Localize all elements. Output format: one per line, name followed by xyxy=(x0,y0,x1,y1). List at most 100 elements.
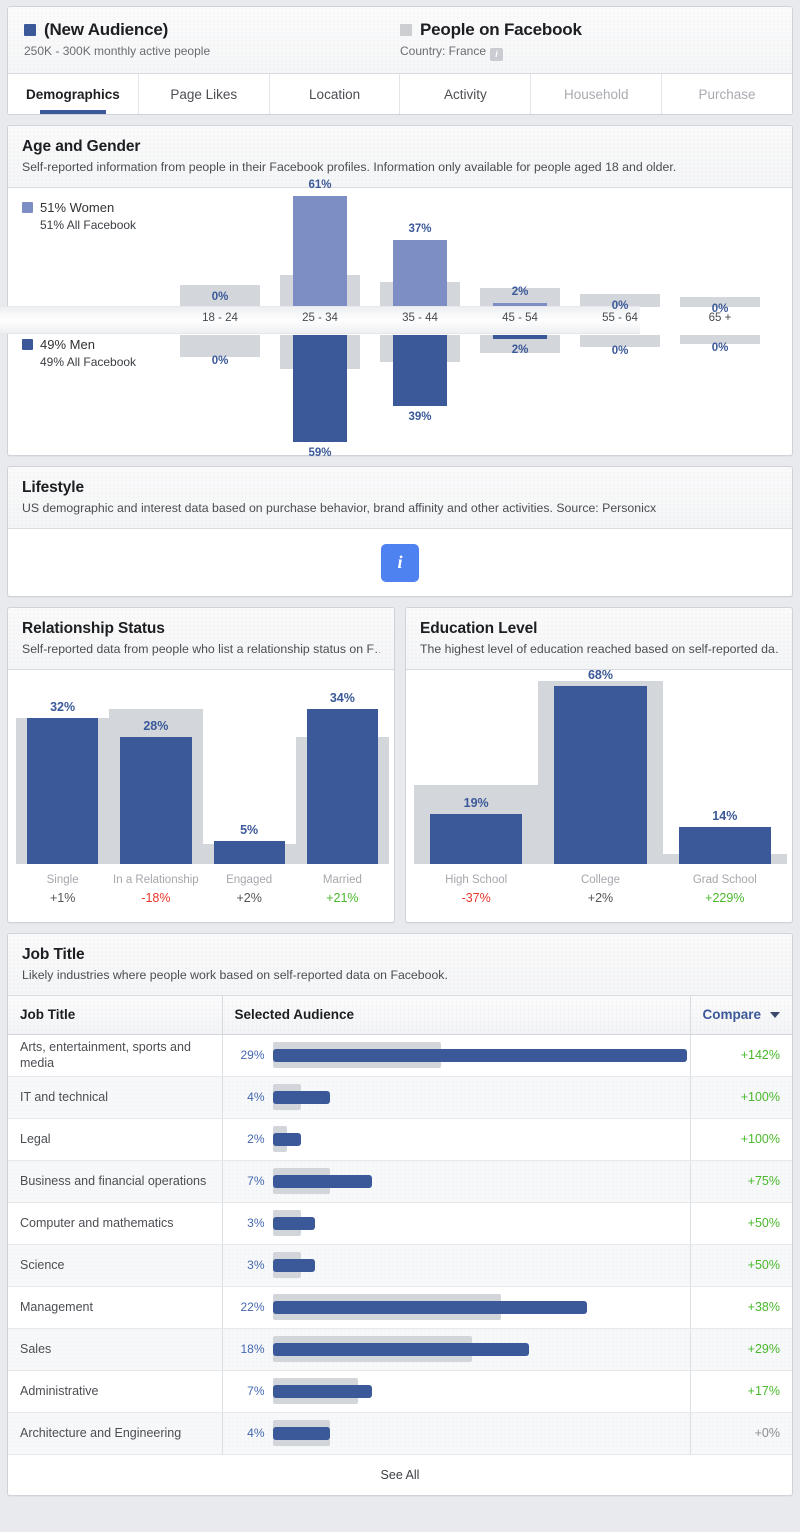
audience-bar[interactable] xyxy=(272,1301,587,1314)
audience-bar[interactable] xyxy=(272,1091,330,1104)
bar-value-label: 14% xyxy=(712,809,738,824)
bar-category-label: Engaged xyxy=(226,874,273,886)
tab-bar: Demographics Page Likes Location Activit… xyxy=(8,73,792,114)
table-row[interactable]: Science 3% +50% xyxy=(8,1244,792,1287)
tab-demographics[interactable]: Demographics xyxy=(8,74,139,114)
compare-cell: +142% xyxy=(690,1034,792,1077)
compare-cell: +50% xyxy=(690,1202,792,1245)
men-bar[interactable] xyxy=(493,335,547,339)
tab-page-likes[interactable]: Page Likes xyxy=(139,74,270,114)
bar-compare-delta: -18% xyxy=(141,891,171,905)
lifestyle-header: Lifestyle US demographic and interest da… xyxy=(8,467,792,529)
compare-cell: +50% xyxy=(690,1244,792,1287)
header-card: (New Audience) 250K - 300K monthly activ… xyxy=(7,6,793,115)
selected-audience-cell: 7% xyxy=(222,1370,691,1413)
audience-percent-label: 18% xyxy=(240,1342,265,1356)
audience-bar-group xyxy=(272,1166,686,1196)
women-color-swatch xyxy=(22,202,33,213)
info-icon[interactable]: i xyxy=(490,48,504,61)
relationship-subtitle: Self-reported data from people who list … xyxy=(22,642,380,656)
audience-bar[interactable] xyxy=(272,1049,687,1062)
bar-category-label: High School xyxy=(445,874,508,886)
job-title-cell: Business and financial operations xyxy=(8,1160,223,1203)
women-bar[interactable] xyxy=(493,303,547,307)
audience-name: (New Audience) xyxy=(44,20,169,39)
audience-bar[interactable] xyxy=(272,1343,530,1356)
job-title-cell: Legal xyxy=(8,1118,223,1161)
audience-percent-label: 29% xyxy=(240,1048,265,1062)
col-selected-audience[interactable]: Selected Audience xyxy=(222,996,691,1035)
tab-activity[interactable]: Activity xyxy=(400,74,532,114)
bar-value-label: 68% xyxy=(587,667,613,682)
audience-bar-group xyxy=(272,1082,686,1112)
audience-bar[interactable] xyxy=(27,718,99,864)
tab-location[interactable]: Location xyxy=(270,74,401,114)
table-row[interactable]: Legal 2% +100% xyxy=(8,1118,792,1161)
audience-percent-label: 7% xyxy=(247,1384,265,1398)
audience-bar[interactable] xyxy=(272,1427,330,1440)
job-title-cell: Administrative xyxy=(8,1370,223,1413)
men-bar[interactable] xyxy=(293,335,347,443)
education-title: Education Level xyxy=(420,620,538,637)
men-value-label: 59% xyxy=(308,447,332,460)
selected-audience-cell: 7% xyxy=(222,1160,691,1203)
audience-bar[interactable] xyxy=(554,685,647,864)
bar-column: 5% Engaged +2% xyxy=(202,670,296,922)
table-row[interactable]: Management 22% +38% xyxy=(8,1286,792,1329)
age-and-gender-header: Age and Gender Self-reported information… xyxy=(8,126,792,188)
compare-cell: +38% xyxy=(690,1286,792,1329)
bar-column: 68% College +2% xyxy=(538,667,663,922)
table-row[interactable]: Computer and mathematics 3% +50% xyxy=(8,1202,792,1245)
bar-column: 28% In a Relationship -18% xyxy=(109,670,203,922)
bar-column: 14% Grad School +229% xyxy=(662,670,787,922)
men-bar[interactable] xyxy=(393,335,447,406)
table-row[interactable]: Sales 18% +29% xyxy=(8,1328,792,1371)
see-all-button[interactable]: See All xyxy=(8,1454,792,1495)
lifestyle-info-icon[interactable]: i xyxy=(381,543,419,582)
education-chart: 19% High School -37% 68% College +2% 14% Grad S… xyxy=(406,667,792,922)
legend-women: 51% Women 51% All Facebook xyxy=(22,200,136,232)
men-value-label: 0% xyxy=(711,342,729,355)
audience-bar[interactable] xyxy=(306,709,378,864)
age-and-gender-subtitle: Self-reported information from people in… xyxy=(22,160,677,174)
men-legend-label: 49% Men xyxy=(40,337,95,352)
bar-category-label: In a Relationship xyxy=(113,874,199,886)
job-title-cell: Architecture and Engineering xyxy=(8,1412,223,1455)
women-bar[interactable] xyxy=(393,239,447,307)
bar-value-label: 5% xyxy=(240,823,259,838)
tab-purchase[interactable]: Purchase xyxy=(662,74,792,114)
audience-bar[interactable] xyxy=(272,1259,316,1272)
table-row[interactable]: Business and financial operations 7% +75% xyxy=(8,1160,792,1203)
comparison-title-row: People on Facebook xyxy=(400,20,776,40)
table-row[interactable]: Administrative 7% +17% xyxy=(8,1370,792,1413)
audience-bar[interactable] xyxy=(120,736,192,864)
audience-bar[interactable] xyxy=(272,1175,373,1188)
col-compare[interactable]: Compare xyxy=(690,996,792,1035)
job-title-table-body: Arts, entertainment, sports and media 29%… xyxy=(8,1034,792,1455)
chevron-down-icon[interactable] xyxy=(770,1011,780,1018)
audience-bar-group xyxy=(272,1334,686,1364)
audience-bar[interactable] xyxy=(272,1385,373,1398)
audience-percent-label: 4% xyxy=(247,1090,265,1104)
audience-bar[interactable] xyxy=(272,1133,302,1146)
bar-compare-delta: +2% xyxy=(587,891,614,905)
education-body: 19% High School -37% 68% College +2% 14% Grad S… xyxy=(406,667,792,922)
table-row[interactable]: Arts, entertainment, sports and media 29%… xyxy=(8,1034,792,1077)
age-and-gender-panel: Age and Gender Self-reported information… xyxy=(0,125,793,460)
selected-audience-cell: 4% xyxy=(222,1412,691,1455)
tab-household[interactable]: Household xyxy=(531,74,663,114)
compare-cell: +100% xyxy=(690,1076,792,1119)
col-job-title[interactable]: Job Title xyxy=(8,996,223,1035)
table-row[interactable]: Architecture and Engineering 4% +0% xyxy=(8,1412,792,1455)
women-bar[interactable] xyxy=(293,195,347,307)
bar-value-label: 28% xyxy=(143,718,169,733)
audience-bar[interactable] xyxy=(430,814,523,864)
compare-cell: +100% xyxy=(690,1118,792,1161)
audience-bar[interactable] xyxy=(678,827,771,864)
audience-bar[interactable] xyxy=(272,1217,316,1230)
relationship-status-panel: Relationship Status Self-reported data f… xyxy=(7,607,395,923)
table-row[interactable]: IT and technical 4% +100% xyxy=(8,1076,792,1119)
audience-bar[interactable] xyxy=(213,841,285,864)
age-band-label: 25 - 34 xyxy=(302,312,338,324)
selected-audience-cell: 18% xyxy=(222,1328,691,1371)
